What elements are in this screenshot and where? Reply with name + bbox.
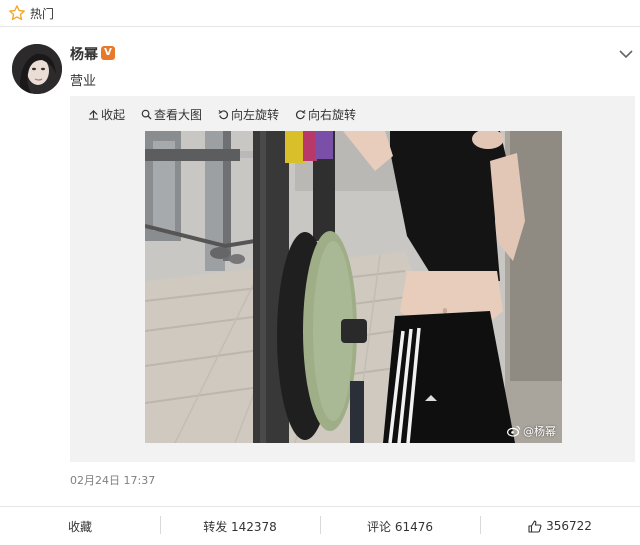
- view-large-label: 查看大图: [154, 107, 203, 122]
- username[interactable]: 杨幂: [70, 44, 98, 64]
- post-photo[interactable]: @杨幂: [145, 131, 562, 443]
- weibo-logo-icon: [507, 425, 521, 437]
- photo-watermark: @杨幂: [507, 423, 556, 439]
- comment-button[interactable]: 评论 61476: [320, 507, 480, 545]
- like-count: 356722: [546, 519, 592, 533]
- collapse-arrow-icon: [88, 109, 99, 120]
- post-text: 营业: [70, 74, 97, 89]
- like-button[interactable]: 356722: [480, 507, 640, 545]
- action-bar: 收藏 转发 142378 评论 61476 356722: [0, 506, 640, 545]
- favorite-button[interactable]: 收藏: [0, 507, 160, 545]
- post-timestamp[interactable]: 02月24日 17:37: [70, 472, 155, 488]
- avatar[interactable]: [12, 44, 62, 94]
- collapse-button[interactable]: 收起: [88, 104, 125, 124]
- rotate-right-button[interactable]: 向右旋转: [295, 104, 356, 124]
- repost-button[interactable]: 转发 142378: [160, 507, 320, 545]
- repost-label: 转发 142378: [203, 519, 277, 534]
- collapse-label: 收起: [101, 107, 126, 122]
- media-panel: 收起 查看大图 向左旋转 向右旋转 @杨幂: [70, 96, 635, 462]
- star-icon: [9, 5, 25, 21]
- top-bar: 热门: [0, 0, 640, 27]
- rotate-right-label: 向右旋转: [308, 107, 357, 122]
- search-icon: [141, 109, 152, 120]
- chevron-down-icon[interactable]: [618, 48, 634, 60]
- view-large-button[interactable]: 查看大图: [141, 104, 202, 124]
- thumbs-up-icon: [528, 520, 542, 533]
- rotate-left-icon: [218, 109, 229, 119]
- rotate-left-label: 向左旋转: [231, 107, 280, 122]
- watermark-text: @杨幂: [523, 425, 556, 438]
- rotate-right-icon: [295, 109, 306, 119]
- comment-label: 评论 61476: [367, 519, 433, 534]
- rotate-left-button[interactable]: 向左旋转: [218, 104, 279, 124]
- verified-badge-icon: V: [101, 46, 115, 60]
- favorite-label: 收藏: [67, 519, 92, 534]
- section-label-hot: 热门: [30, 7, 55, 21]
- media-toolbar: 收起 查看大图 向左旋转 向右旋转: [88, 104, 356, 124]
